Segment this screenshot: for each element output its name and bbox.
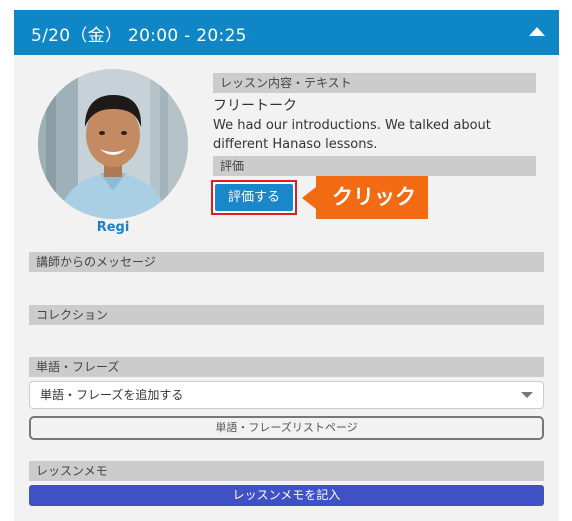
lesson-header: 5/20（金） 20:00 - 20:25 <box>14 10 559 55</box>
tutor-photo <box>38 69 188 219</box>
section-collection: コレクション <box>29 305 544 325</box>
lesson-datetime: 5/20（金） 20:00 - 20:25 <box>31 26 247 46</box>
lesson-topic: フリートーク <box>213 98 297 114</box>
click-callout: クリック <box>302 176 428 219</box>
rate-button-label: 評価する <box>215 184 293 211</box>
callout-arrow-icon <box>302 187 316 209</box>
section-phrases: 単語・フレーズ <box>29 357 544 377</box>
chevron-up-icon[interactable] <box>513 10 559 55</box>
lesson-card: 5/20（金） 20:00 - 20:25 Regi レッスン内容・テキスト フ… <box>14 10 559 521</box>
write-memo-button[interactable]: レッスンメモを記入 <box>29 485 544 506</box>
section-lesson-content: レッスン内容・テキスト <box>213 73 536 93</box>
rate-button[interactable]: 評価する <box>211 180 297 215</box>
section-rating: 評価 <box>213 156 536 176</box>
chevron-down-icon <box>521 392 533 398</box>
section-tutor-message: 講師からのメッセージ <box>29 252 544 272</box>
section-lesson-memo: レッスンメモ <box>29 461 544 481</box>
tutor-name[interactable]: Regi <box>38 220 188 235</box>
click-callout-label: クリック <box>332 185 416 209</box>
phrase-select[interactable]: 単語・フレーズを追加する <box>29 381 544 409</box>
lesson-description: We had our introductions. We talked abou… <box>213 118 491 152</box>
tutor-avatar <box>38 69 188 219</box>
phrase-select-value: 単語・フレーズを追加する <box>40 388 184 402</box>
phrase-list-page-button[interactable]: 単語・フレーズリストページ <box>29 416 544 440</box>
